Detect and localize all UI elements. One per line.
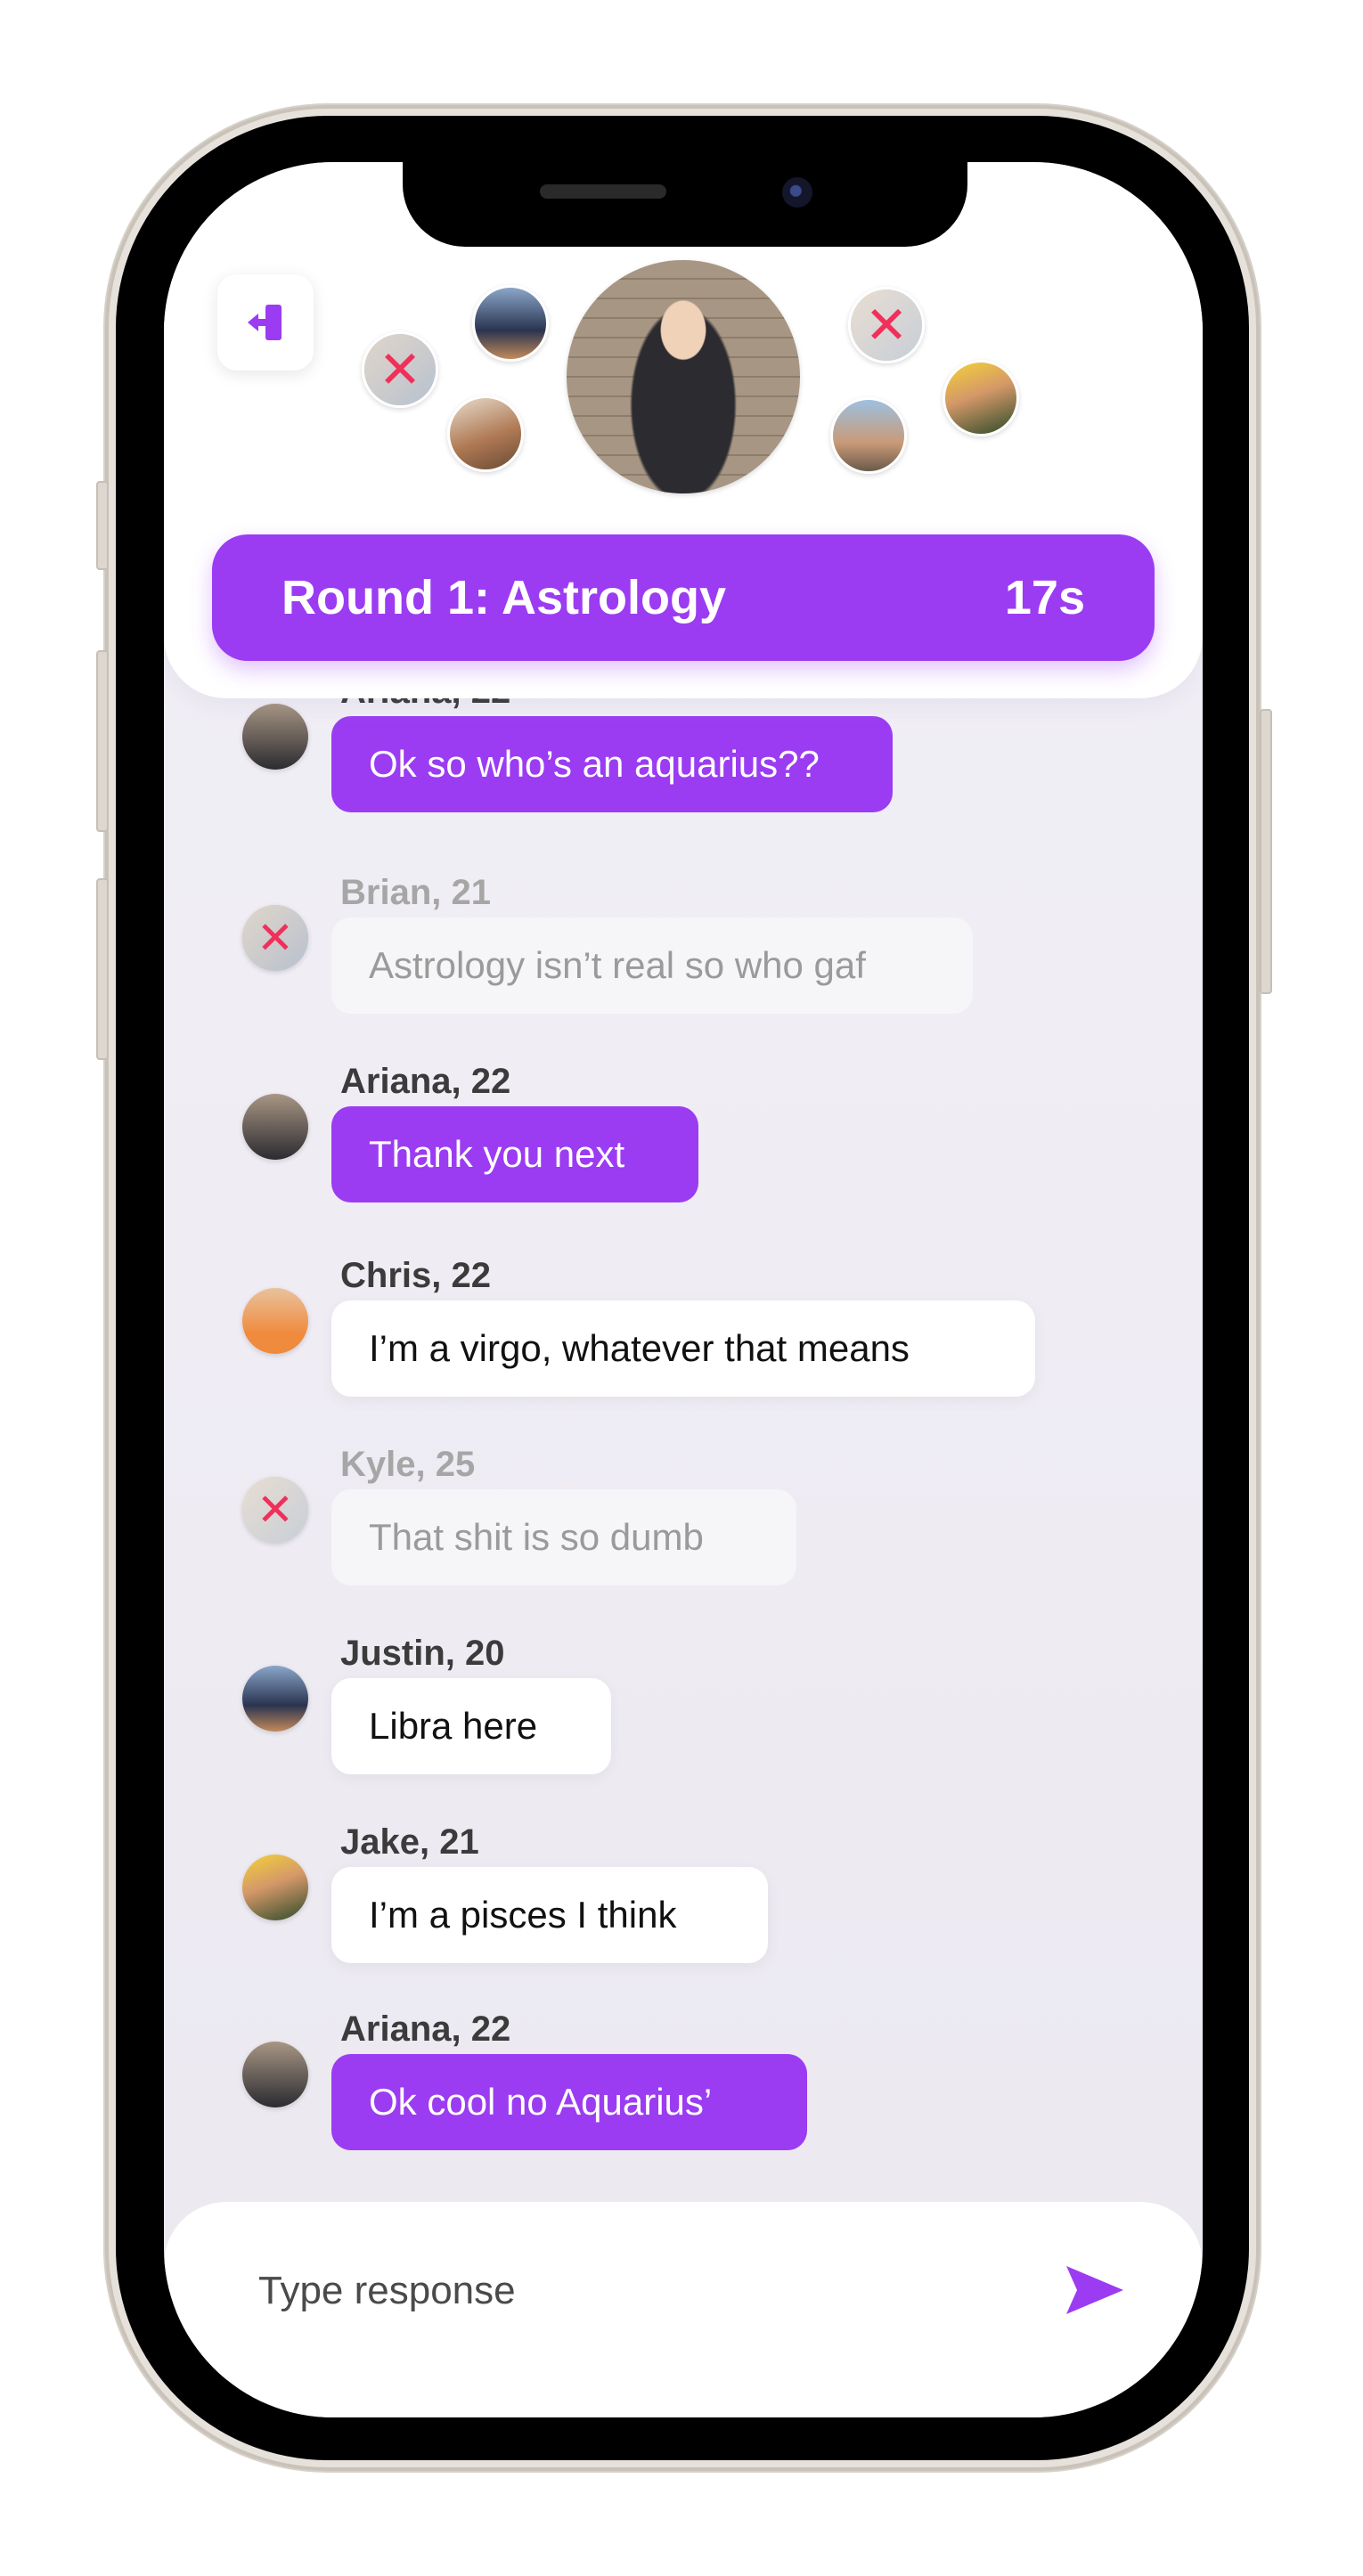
avatar-jake[interactable] <box>242 1855 308 1920</box>
front-camera <box>782 177 812 208</box>
power-button <box>1260 709 1272 994</box>
composer <box>164 2202 1203 2417</box>
round-timer: 17s <box>1004 571 1085 624</box>
message-sender: Justin, 20 <box>340 1634 505 1673</box>
avatar-kyle-eliminated[interactable]: ✕ <box>242 1477 308 1543</box>
eliminated-x-icon: ✕ <box>364 334 436 405</box>
message-bubble: Thank you next <box>331 1106 698 1202</box>
round-title: Round 1: Astrology <box>282 571 726 624</box>
phone-screen: ✕ ✕ Round 1: Astrology 17s Ariana, 22 Ok… <box>164 162 1203 2417</box>
exit-button[interactable] <box>217 274 314 371</box>
round-banner: Round 1: Astrology 17s <box>212 534 1155 661</box>
avatar-brian-eliminated[interactable]: ✕ <box>362 331 438 408</box>
avatar-ariana-main[interactable] <box>567 260 800 493</box>
message-bubble: Ok so who’s an aquarius?? <box>331 716 893 812</box>
avatar-justin[interactable] <box>242 1666 308 1732</box>
earpiece-speaker <box>540 184 666 199</box>
avatar-brian-eliminated[interactable]: ✕ <box>242 905 308 971</box>
message-sender: Jake, 21 <box>340 1822 479 1862</box>
avatar-ariana[interactable] <box>242 1094 308 1160</box>
avatar-jake[interactable] <box>943 360 1019 436</box>
message-sender: Brian, 21 <box>340 873 491 912</box>
message-sender: Ariana, 22 <box>340 2009 511 2049</box>
avatar-extra[interactable] <box>830 397 907 474</box>
send-arrow-icon <box>1066 2266 1123 2314</box>
response-input[interactable] <box>257 2259 991 2323</box>
door-exit-icon <box>248 305 282 340</box>
notch <box>403 162 967 247</box>
message-bubble: I’m a virgo, whatever that means <box>331 1300 1035 1397</box>
mute-switch <box>96 481 109 570</box>
message-sender: Ariana, 22 <box>340 1062 511 1101</box>
avatar-kyle-eliminated[interactable]: ✕ <box>848 287 925 363</box>
eliminated-x-icon: ✕ <box>242 905 308 971</box>
volume-down-button <box>96 878 109 1060</box>
message-bubble: I’m a pisces I think <box>331 1867 768 1963</box>
avatar-chris[interactable] <box>242 1288 308 1354</box>
message-bubble: Libra here <box>331 1678 611 1774</box>
send-button[interactable] <box>1064 2261 1126 2319</box>
message-sender: Chris, 22 <box>340 1256 491 1295</box>
message-sender: Kyle, 25 <box>340 1445 476 1484</box>
avatar-chris[interactable] <box>447 395 524 472</box>
eliminated-x-icon: ✕ <box>242 1477 308 1543</box>
message-bubble: Astrology isn’t real so who gaf <box>331 917 973 1014</box>
avatar-justin[interactable] <box>472 285 549 362</box>
eliminated-x-icon: ✕ <box>851 289 922 361</box>
volume-up-button <box>96 650 109 832</box>
message-bubble: That shit is so dumb <box>331 1489 796 1586</box>
message-bubble: Ok cool no Aquarius’ <box>331 2054 807 2150</box>
avatar-ariana[interactable] <box>242 2042 308 2107</box>
avatar-ariana[interactable] <box>242 704 308 770</box>
